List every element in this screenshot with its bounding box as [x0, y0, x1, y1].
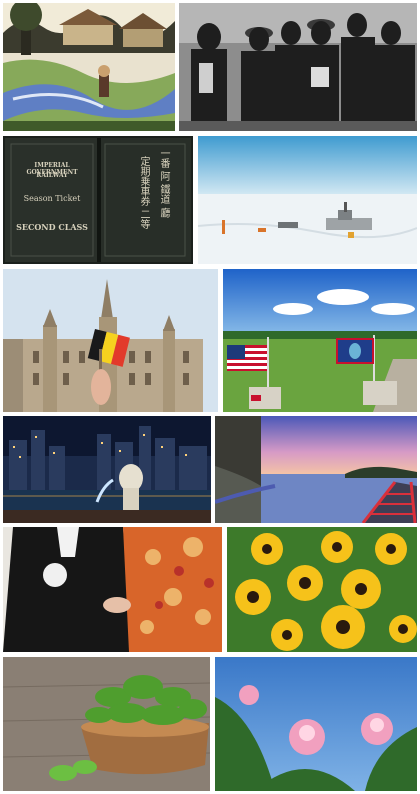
photo-railway-ticket: IMPERIAL GOVERNMENT RAILWAY Season Ticke…	[3, 136, 193, 264]
photo-gothic-town-hall	[3, 269, 218, 412]
photo-flags-on-lawn	[223, 269, 417, 412]
ticket-line-3: Season Ticket	[23, 194, 81, 203]
photo-pier-sunset	[215, 416, 417, 523]
photo-yellow-flowers	[227, 527, 417, 652]
photo-kimono-ceremony	[3, 527, 222, 652]
ticket-vertical-left: 定期乗車券 二等	[138, 156, 149, 230]
ticket-line-4: SECOND CLASS	[16, 222, 88, 232]
photo-antarctic-station	[198, 136, 417, 264]
ticket-vertical-right: 一番 阿 鐵道 廳	[158, 148, 169, 218]
photo-woodblock-village	[3, 3, 175, 131]
photo-mint-bowl	[3, 657, 210, 791]
photo-pink-blossoms	[215, 657, 417, 791]
photo-city-night	[3, 416, 211, 523]
ticket-line-2: RAILWAY	[36, 172, 68, 179]
photo-vintage-group	[179, 3, 417, 131]
